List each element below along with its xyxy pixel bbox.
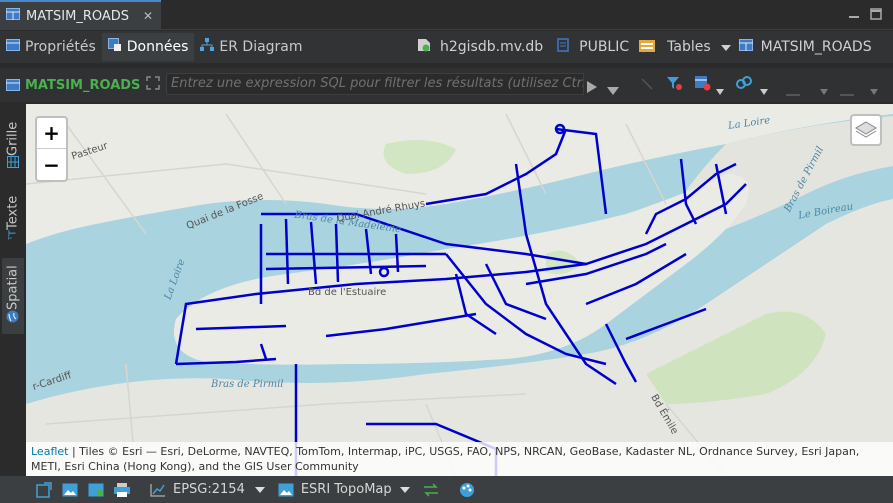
text-icon: ᵀT <box>7 230 19 241</box>
chevron-down-icon[interactable] <box>870 80 878 99</box>
minimize-icon[interactable] <box>848 8 860 22</box>
save-image-icon[interactable] <box>87 481 105 499</box>
filter-erase-icon[interactable] <box>640 76 654 95</box>
side-tab-spatial-label: Spatial <box>5 265 21 310</box>
close-icon[interactable]: ✕ <box>143 9 153 23</box>
map-canvas[interactable] <box>26 104 893 476</box>
zoom-out-button[interactable]: − <box>37 149 66 180</box>
link-icon[interactable] <box>736 75 752 95</box>
filter-table-label: MATSIM_ROADS <box>6 78 140 93</box>
map-attribution: Leaflet | Tiles © Esri — Esri, DeLorme, … <box>26 442 893 476</box>
breadcrumb-schema[interactable]: PUBLIC <box>579 39 629 55</box>
side-tab-grid[interactable]: Grille <box>2 112 24 182</box>
table-icon <box>6 79 20 91</box>
filter-history-icon[interactable] <box>607 80 619 99</box>
execute-filter-icon[interactable] <box>587 78 597 97</box>
table-icon <box>6 8 20 24</box>
table-icon <box>738 39 753 55</box>
editor-tab-title: MATSIM_ROADS <box>26 8 130 24</box>
layers-icon <box>855 121 877 138</box>
chevron-down-icon[interactable] <box>396 481 414 499</box>
chevron-down-icon[interactable] <box>716 80 724 99</box>
chart-icon[interactable] <box>149 481 167 499</box>
editor-tabbar: MATSIM_ROADS ✕ <box>0 0 893 30</box>
image-icon[interactable] <box>61 481 79 499</box>
tables-folder-icon <box>639 38 656 56</box>
nav-back-icon[interactable] <box>786 82 800 101</box>
filter-table-name: MATSIM_ROADS <box>25 77 141 93</box>
tab-data[interactable]: Données <box>101 33 195 61</box>
data-icon <box>107 38 122 56</box>
globe-icon <box>7 310 19 323</box>
print-icon[interactable] <box>113 481 131 499</box>
leaflet-link[interactable]: Leaflet <box>31 445 68 458</box>
basemap-icon <box>277 481 295 499</box>
maximize-icon[interactable] <box>870 8 882 23</box>
expand-icon[interactable] <box>146 76 160 94</box>
grid-icon <box>7 156 19 169</box>
tab-er-diagram[interactable]: ER Diagram <box>194 33 308 61</box>
zoom-control: + − <box>35 116 68 182</box>
side-tab-grid-label: Grille <box>5 121 21 157</box>
side-tab-spatial[interactable]: Spatial <box>2 258 24 334</box>
map-label-bras-pirmil: Bras de Pirmil <box>211 379 284 390</box>
breadcrumb-table[interactable]: MATSIM_ROADS <box>761 39 872 55</box>
swap-icon[interactable] <box>422 481 440 499</box>
nav-forward-icon[interactable] <box>840 82 854 101</box>
properties-icon <box>6 39 20 55</box>
chevron-down-icon[interactable] <box>720 39 731 55</box>
breadcrumb-database[interactable]: h2gisdb.mv.db <box>440 39 543 55</box>
breadcrumb-tables[interactable]: Tables <box>667 39 711 55</box>
palette-icon[interactable] <box>458 481 476 499</box>
tab-properties[interactable]: Propriétés <box>0 33 102 61</box>
layers-button[interactable] <box>850 114 882 146</box>
presentation-sidebar: Grille ᵀT Texte Spatial <box>0 104 26 476</box>
basemap-selector[interactable]: ESRI TopoMap <box>301 482 392 497</box>
database-icon <box>416 37 432 57</box>
filter-settings-icon[interactable] <box>666 75 682 95</box>
tab-data-label: Données <box>126 39 189 55</box>
attribution-text: | Tiles © Esri — Esri, DeLorme, NAVTEQ, … <box>31 445 860 473</box>
map-label-bd-estuaire: Bd de l'Estuaire <box>308 287 387 298</box>
side-tab-text[interactable]: ᵀT Texte <box>2 186 24 250</box>
refresh-icon[interactable] <box>35 481 53 499</box>
editor-tab-matsim-roads[interactable]: MATSIM_ROADS ✕ <box>0 0 161 30</box>
map-statusbar: EPSG:2154 ESRI TopoMap <box>0 476 893 503</box>
side-tab-text-label: Texte <box>5 195 21 231</box>
chevron-down-icon[interactable] <box>820 80 828 99</box>
map-viewer[interactable]: La Loire La Loire Bras de la Madeleine B… <box>26 104 893 476</box>
chevron-down-icon[interactable] <box>251 481 269 499</box>
zoom-in-button[interactable]: + <box>37 118 66 149</box>
er-diagram-icon <box>200 38 215 56</box>
filter-input[interactable]: Entrez une expression SQL pour filtrer l… <box>166 73 584 95</box>
tab-properties-label: Propriétés <box>25 39 96 55</box>
results-config-icon[interactable] <box>694 75 712 95</box>
tab-er-diagram-label: ER Diagram <box>219 39 303 55</box>
schema-icon <box>557 38 569 56</box>
breadcrumb: h2gisdb.mv.db PUBLIC Tables MATSIM_ROADS <box>416 37 872 57</box>
crs-selector[interactable]: EPSG:2154 <box>173 482 245 497</box>
chevron-down-icon[interactable] <box>760 80 768 99</box>
